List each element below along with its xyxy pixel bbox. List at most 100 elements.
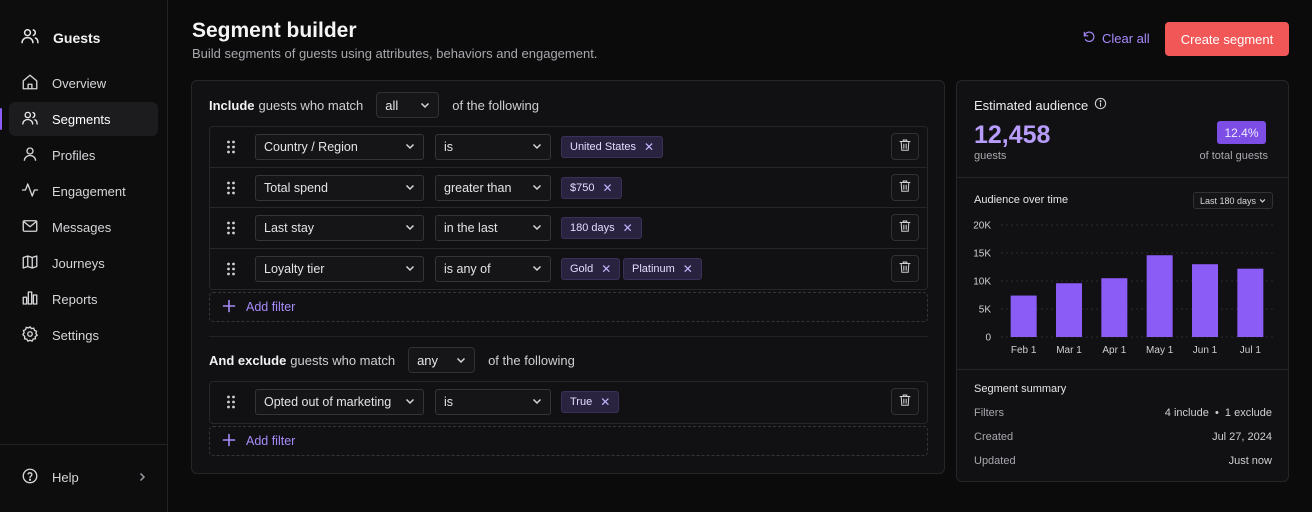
sidebar-item-overview[interactable]: Overview	[9, 66, 158, 100]
sidebar-item-reports[interactable]: Reports	[9, 282, 158, 316]
sidebar-footer: Help	[0, 444, 167, 512]
clear-all-button[interactable]: Clear all	[1082, 30, 1150, 47]
y-tick-label: 0	[985, 333, 991, 344]
filter-row: Last stay in the last 180 days ✕	[210, 208, 927, 249]
drag-handle-icon[interactable]	[226, 181, 236, 195]
delete-filter-button[interactable]	[891, 214, 919, 241]
value-chip: Gold ✕	[561, 257, 621, 280]
remove-chip-icon[interactable]: ✕	[602, 181, 612, 195]
remove-chip-icon[interactable]: ✕	[600, 395, 610, 409]
plus-icon	[222, 299, 236, 316]
chevron-down-icon	[420, 98, 430, 113]
bar[interactable]	[1146, 255, 1173, 337]
chip-label: $750	[570, 181, 595, 194]
estimated-audience-title: Estimated audience	[974, 97, 1107, 113]
chevron-down-icon	[532, 395, 542, 409]
operator-select[interactable]: is	[435, 389, 551, 415]
value-chip: 180 days ✕	[561, 217, 642, 239]
chip-label: Gold	[570, 262, 594, 275]
delete-filter-button[interactable]	[891, 173, 919, 201]
field-select[interactable]: Last stay	[255, 215, 424, 241]
include-mode-select[interactable]: all	[376, 92, 440, 118]
x-tick-label: Jun 1	[1193, 345, 1218, 356]
sidebar-item-label: Settings	[52, 327, 99, 343]
create-segment-button[interactable]: Create segment	[1165, 22, 1289, 56]
field-select[interactable]: Country / Region	[255, 134, 424, 160]
trash-icon	[898, 260, 912, 277]
sidebar-item-settings[interactable]: Settings	[9, 318, 158, 352]
bar[interactable]	[1056, 283, 1082, 337]
drag-handle-icon[interactable]	[226, 395, 236, 409]
brand-label: Guests	[53, 29, 101, 46]
mail-icon	[21, 217, 39, 238]
bar[interactable]	[1010, 295, 1037, 337]
exclude-mode-select[interactable]: any	[408, 347, 476, 373]
field-select[interactable]: Opted out of marketing	[255, 389, 424, 415]
sidebar: Guests Overview Segments Profiles Engage…	[0, 0, 168, 512]
bar[interactable]	[1192, 264, 1218, 337]
remove-chip-icon[interactable]: ✕	[601, 262, 611, 276]
chevron-down-icon	[405, 221, 415, 235]
range-select[interactable]: Last 180 days	[1193, 192, 1273, 209]
value-chip: True ✕	[561, 391, 620, 413]
brand[interactable]: Guests	[20, 26, 100, 49]
sidebar-item-messages[interactable]: Messages	[9, 210, 158, 244]
audience-count: 12,458	[974, 121, 1051, 149]
chevron-down-icon	[456, 353, 466, 368]
delete-filter-button[interactable]	[891, 388, 919, 415]
add-filter-label: Add filter	[246, 434, 296, 448]
exclude-add-filter-button[interactable]: Add filter	[209, 426, 928, 456]
segment-summary-title: Segment summary	[974, 383, 1067, 395]
plus-icon	[222, 433, 236, 450]
sidebar-item-label: Messages	[52, 219, 112, 235]
field-value: Loyalty tier	[264, 261, 325, 276]
include-add-filter-button[interactable]: Add filter	[209, 292, 928, 322]
delete-filter-button[interactable]	[891, 133, 919, 160]
chevron-down-icon	[405, 395, 415, 409]
field-value: Total spend	[264, 180, 328, 195]
field-select[interactable]: Loyalty tier	[255, 255, 424, 282]
operator-select[interactable]: greater than	[435, 174, 551, 201]
include-filter-list: Country / Region is United States ✕ Total…	[209, 126, 928, 290]
sidebar-item-segments[interactable]: Segments	[0, 102, 158, 136]
remove-chip-icon[interactable]: ✕	[644, 140, 654, 154]
sidebar-item-journeys[interactable]: Journeys	[9, 246, 158, 280]
sidebar-item-label: Journeys	[52, 255, 105, 271]
trash-icon	[898, 219, 912, 236]
drag-handle-icon[interactable]	[226, 140, 236, 154]
add-filter-label: Add filter	[246, 300, 296, 314]
value-chip: $750 ✕	[561, 176, 622, 199]
operator-select[interactable]: is	[435, 134, 551, 160]
field-select[interactable]: Total spend	[255, 174, 424, 201]
operator-select[interactable]: is any of	[435, 255, 551, 282]
page-subtitle: Build segments of guests using attribute…	[192, 46, 598, 61]
panel-divider	[957, 177, 1288, 178]
filter-row: Country / Region is United States ✕	[210, 127, 927, 168]
field-value: Opted out of marketing	[264, 395, 392, 409]
bar[interactable]	[1237, 268, 1264, 337]
remove-chip-icon[interactable]: ✕	[623, 221, 633, 235]
x-tick-label: Apr 1	[1102, 345, 1126, 356]
sidebar-item-profiles[interactable]: Profiles	[9, 138, 158, 172]
remove-chip-icon[interactable]: ✕	[683, 262, 693, 276]
filter-row: Opted out of marketing is True ✕	[210, 382, 927, 423]
gear-icon	[21, 325, 39, 346]
operator-select[interactable]: in the last	[435, 215, 551, 241]
help-link[interactable]: Help	[21, 467, 147, 488]
drag-handle-icon[interactable]	[226, 262, 236, 276]
delete-filter-button[interactable]	[891, 254, 919, 282]
y-tick-label: 10K	[973, 277, 991, 288]
sidebar-item-engagement[interactable]: Engagement	[9, 174, 158, 208]
exclude-filter-list: Opted out of marketing is True ✕	[209, 381, 928, 424]
summary-created-row: Created Jul 27, 2024	[974, 431, 1272, 443]
exclude-lead: And exclude	[209, 352, 287, 368]
chevron-down-icon	[405, 181, 415, 195]
help-icon	[21, 467, 39, 488]
drag-handle-icon[interactable]	[226, 221, 236, 235]
info-icon[interactable]	[1094, 97, 1107, 113]
field-value: Country / Region	[264, 140, 358, 154]
bar[interactable]	[1101, 278, 1128, 337]
include-tail: of the following	[452, 97, 540, 113]
value-chip: United States ✕	[561, 136, 664, 158]
help-label: Help	[52, 470, 79, 485]
